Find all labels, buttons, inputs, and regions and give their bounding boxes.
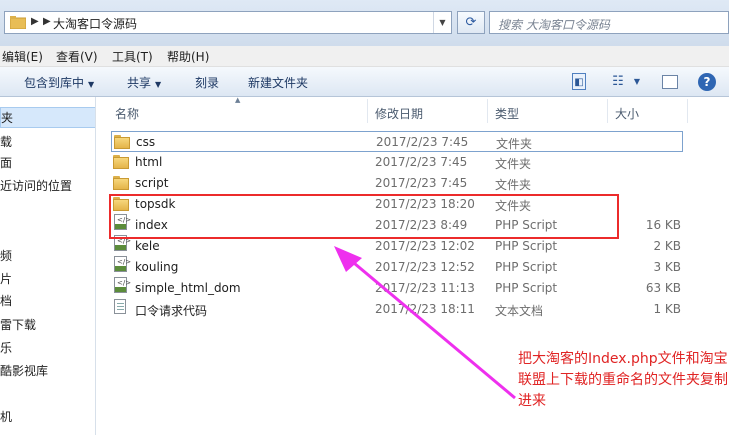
file-row[interactable]: </> kouling 2017/2/23 12:52 PHP Script 3… [111, 256, 683, 278]
text-file-icon [114, 299, 126, 314]
new-folder-button[interactable]: 新建文件夹 [248, 74, 308, 91]
menu-edit[interactable]: 编辑(E) [2, 48, 43, 65]
breadcrumb-separator-icon: ▶ [43, 16, 51, 27]
nav-item-downloads[interactable]: 载 [0, 132, 95, 153]
share-button[interactable]: 共享 ▼ [127, 74, 161, 91]
nav-item-videos[interactable]: 频 [0, 246, 95, 267]
file-date: 2017/2/23 18:11 [375, 302, 475, 316]
address-bar-area: ▶ ▶ 大淘客口令源码 ▼ ⟳ 搜索 大淘客口令源码 [0, 0, 729, 46]
include-in-library-label: 包含到库中 [24, 76, 85, 90]
nav-item-music[interactable]: 乐 [0, 338, 95, 359]
file-name: 口令请求代码 [135, 304, 208, 318]
preview-pane-icon[interactable] [662, 75, 678, 89]
folder-icon [113, 155, 129, 169]
file-row[interactable]: </> kele 2017/2/23 12:02 PHP Script 2 KB [111, 235, 683, 257]
view-options-icon[interactable]: ☷ [610, 73, 626, 90]
file-row[interactable]: </> simple_html_dom 2017/2/23 11:13 PHP … [111, 277, 683, 299]
file-type: 文件夹 [495, 178, 532, 192]
file-type: PHP Script [495, 239, 558, 253]
nav-item-computer[interactable]: 机 [0, 407, 95, 428]
folder-icon [113, 176, 129, 190]
menu-help[interactable]: 帮助(H) [167, 48, 209, 65]
file-date: 2017/2/23 12:02 [375, 239, 475, 253]
file-type: 文件夹 [496, 137, 533, 151]
file-type: 文件夹 [495, 157, 532, 171]
file-size: 63 KB [645, 281, 681, 295]
column-header-type[interactable]: 类型 [495, 105, 519, 122]
refresh-button[interactable]: ⟳ [457, 11, 485, 34]
file-name: kouling [135, 260, 179, 274]
file-date: 2017/2/23 7:45 [375, 155, 468, 169]
breadcrumb-separator-icon[interactable]: ▶ [31, 16, 39, 27]
file-row[interactable]: script 2017/2/23 7:45 文件夹 [111, 173, 683, 194]
command-bar: 包含到库中 ▼ 共享 ▼ 刻录 新建文件夹 ◧ ☷ ▼ ? [0, 67, 729, 97]
change-view-icon[interactable]: ◧ [572, 73, 586, 90]
file-name: script [135, 176, 169, 190]
file-size: 2 KB [653, 239, 681, 253]
navigation-pane: 夹 载 面 近访问的位置 频 片 档 雷下载 乐 酷影视库 机 [0, 97, 96, 435]
file-type: PHP Script [495, 260, 558, 274]
file-date: 2017/2/23 12:52 [375, 260, 475, 274]
menu-tools[interactable]: 工具(T) [112, 48, 153, 65]
php-file-icon: </> [114, 256, 131, 272]
chevron-down-icon: ▼ [155, 80, 162, 89]
file-name: css [136, 135, 156, 149]
address-history-dropdown-icon[interactable]: ▼ [433, 12, 451, 33]
file-row[interactable]: html 2017/2/23 7:45 文件夹 [111, 152, 683, 173]
chevron-down-icon[interactable]: ▼ [632, 73, 642, 90]
file-date: 2017/2/23 7:45 [376, 135, 469, 149]
file-date: 2017/2/23 11:13 [375, 281, 475, 295]
file-row[interactable]: 口令请求代码 2017/2/23 18:11 文本文档 1 KB [111, 299, 683, 320]
nav-item-desktop[interactable]: 面 [0, 153, 95, 174]
share-label: 共享 [127, 76, 152, 90]
file-name: html [135, 155, 163, 169]
breadcrumb-current-folder[interactable]: 大淘客口令源码 [53, 15, 137, 32]
column-header-date[interactable]: 修改日期 [375, 105, 423, 122]
annotation-text: 把大淘客的Index.php文件和淘宝联盟上下载的重命名的文件夹复制进来 [518, 351, 728, 409]
file-type: 文本文档 [495, 304, 544, 318]
file-row[interactable]: css 2017/2/23 7:45 文件夹 [111, 131, 683, 152]
column-divider[interactable] [367, 99, 368, 123]
php-file-icon: </> [114, 277, 131, 293]
nav-item-favorites[interactable]: 夹 [0, 107, 95, 128]
include-in-library-button[interactable]: 包含到库中 ▼ [24, 74, 94, 91]
column-header-size[interactable]: 大小 [615, 105, 639, 122]
nav-item-recent-places[interactable]: 近访问的位置 [0, 176, 95, 197]
menu-view[interactable]: 查看(V) [56, 48, 98, 65]
chevron-down-icon: ▼ [88, 80, 95, 89]
file-size: 16 KB [645, 218, 681, 232]
nav-item-documents[interactable]: 档 [0, 291, 95, 312]
search-placeholder: 搜索 大淘客口令源码 [498, 18, 610, 32]
file-size: 3 KB [653, 260, 681, 274]
folder-icon [10, 16, 26, 29]
nav-item-pictures[interactable]: 片 [0, 269, 95, 290]
address-bar[interactable]: ▶ ▶ 大淘客口令源码 ▼ [4, 11, 452, 34]
column-divider[interactable] [487, 99, 488, 123]
search-input[interactable]: 搜索 大淘客口令源码 [489, 11, 729, 34]
sort-ascending-icon: ▲ [235, 96, 241, 104]
column-header-name[interactable]: 名称 [115, 105, 139, 122]
nav-item-thunder-downloads[interactable]: 雷下载 [0, 315, 95, 336]
file-date: 2017/2/23 7:45 [375, 176, 468, 190]
file-name: kele [135, 239, 160, 253]
folder-icon [114, 135, 130, 149]
burn-button[interactable]: 刻录 [195, 74, 219, 91]
file-size: 1 KB [653, 302, 681, 316]
file-type: PHP Script [495, 281, 558, 295]
file-name: simple_html_dom [135, 281, 241, 295]
highlight-box [109, 194, 619, 239]
nav-item-kugou-video[interactable]: 酷影视库 [0, 361, 95, 382]
column-divider[interactable] [607, 99, 608, 123]
column-divider[interactable] [687, 99, 688, 123]
help-icon[interactable]: ? [698, 73, 716, 91]
menu-bar: 编辑(E) 查看(V) 工具(T) 帮助(H) [0, 46, 729, 67]
